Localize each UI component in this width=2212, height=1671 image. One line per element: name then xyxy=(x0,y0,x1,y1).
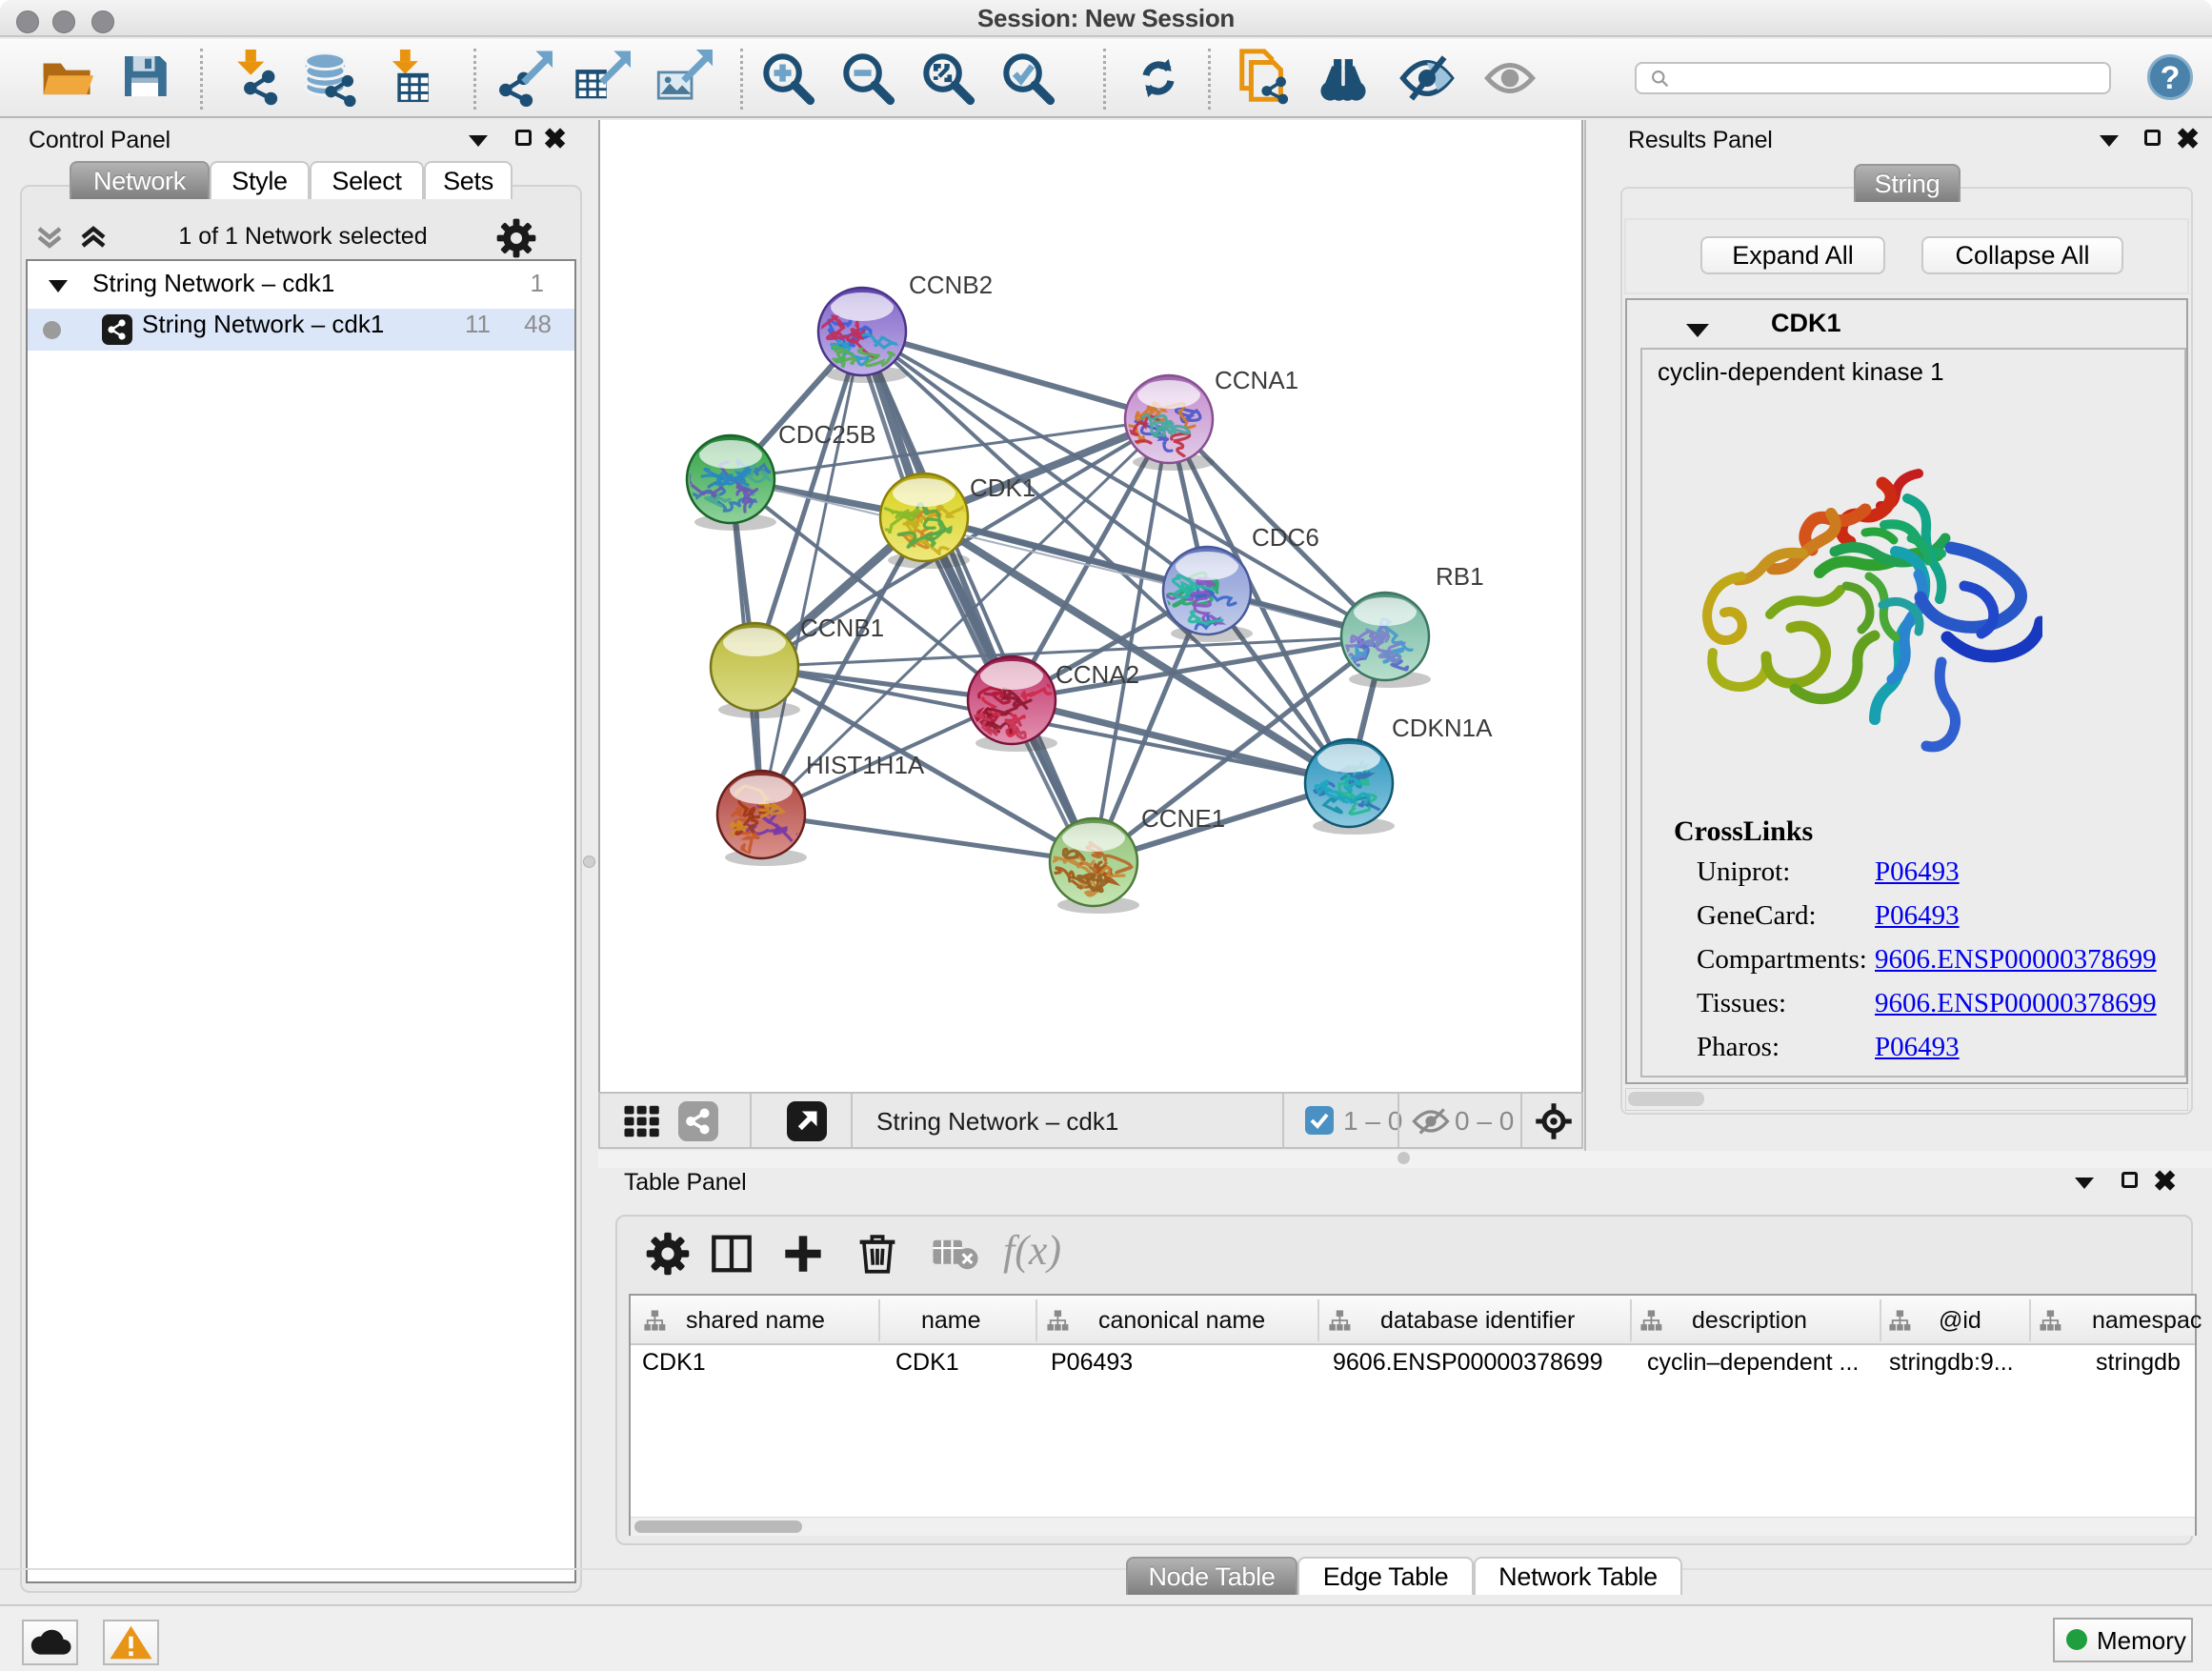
svg-text:CCNA1: CCNA1 xyxy=(1215,366,1298,394)
svg-text:CDC6: CDC6 xyxy=(1252,523,1319,552)
svg-text:CDC25B: CDC25B xyxy=(778,420,876,449)
svg-text:CCNB2: CCNB2 xyxy=(909,271,993,299)
svg-text:CCNB1: CCNB1 xyxy=(800,614,884,642)
svg-text:CCNA2: CCNA2 xyxy=(1056,660,1139,689)
svg-text:HIST1H1A: HIST1H1A xyxy=(806,751,925,779)
svg-text:CDK1: CDK1 xyxy=(970,473,1036,502)
svg-text:CCNE1: CCNE1 xyxy=(1141,804,1225,833)
svg-text:CDKN1A: CDKN1A xyxy=(1392,714,1493,742)
svg-text:RB1: RB1 xyxy=(1436,562,1484,591)
